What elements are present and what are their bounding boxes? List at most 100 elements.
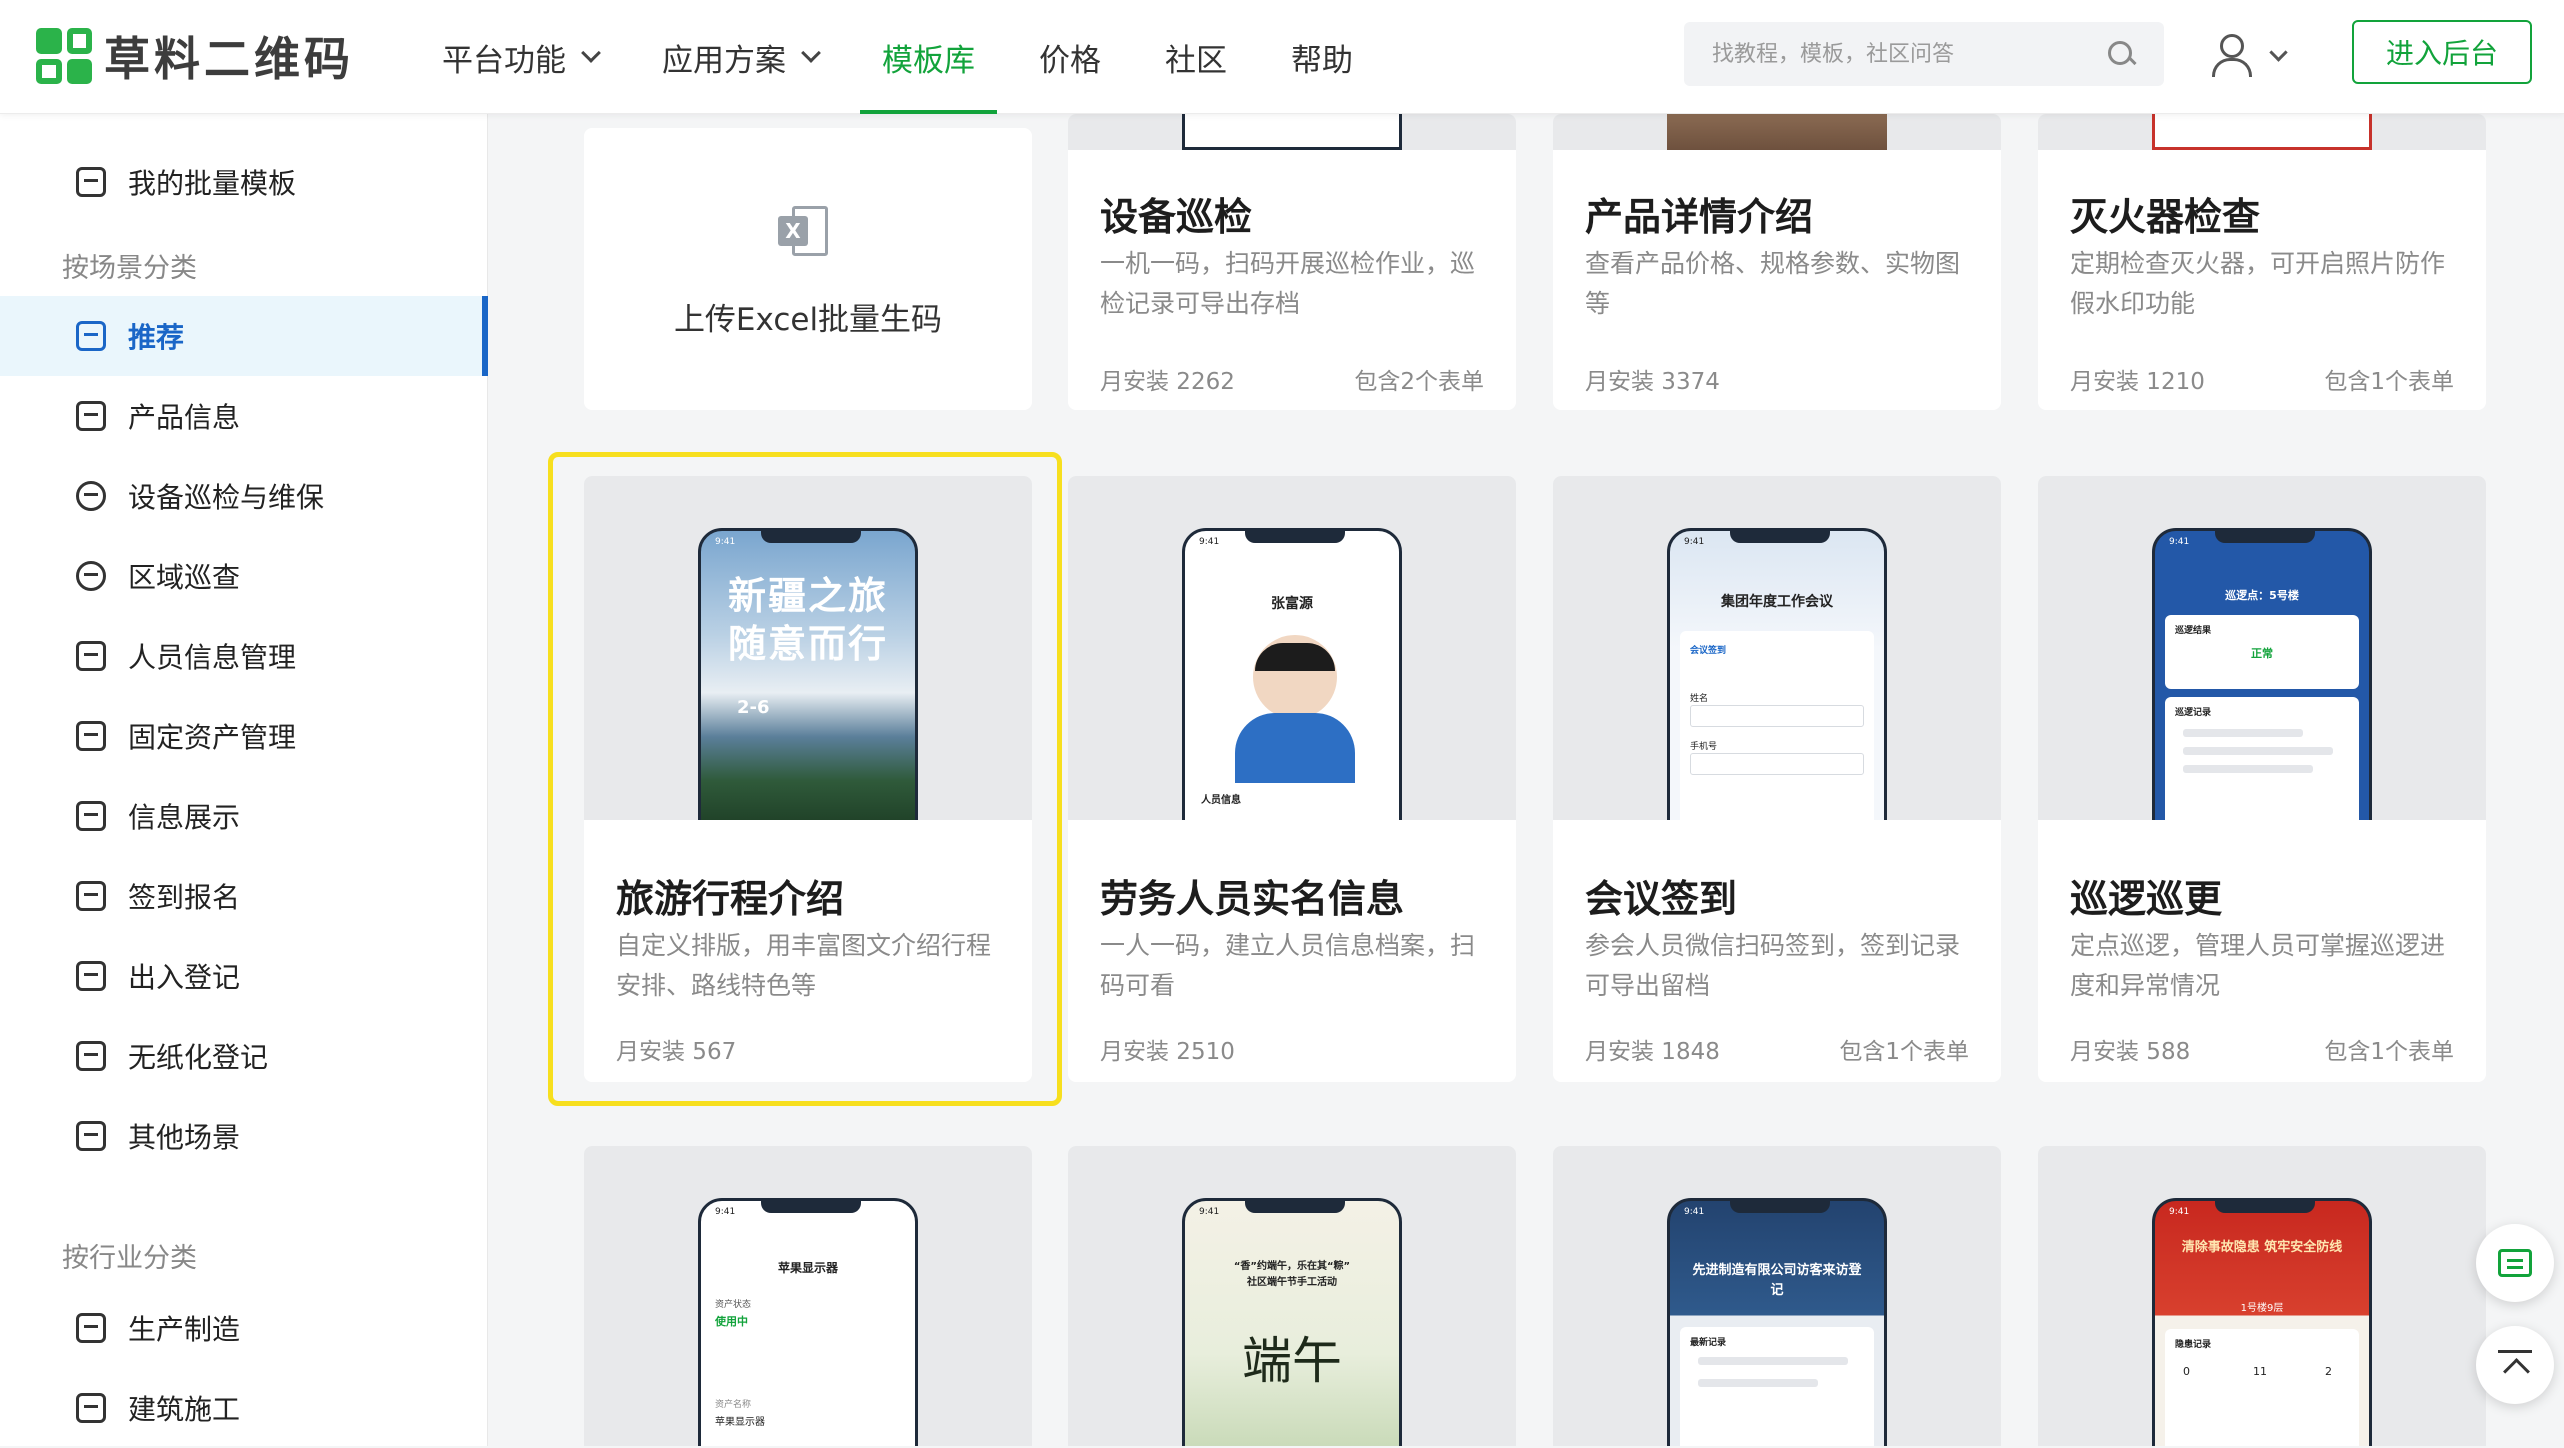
nav-community[interactable]: 社区 — [1143, 0, 1249, 114]
nav-label: 平台功能 — [442, 42, 566, 79]
logo[interactable]: 草料二维码 — [36, 26, 354, 86]
search-icon[interactable] — [2106, 39, 2136, 69]
template-card-travel[interactable]: 9:41 新疆之旅 随意而行 2-6 旅游行程介绍 自定义排版，用丰富图文介绍行… — [584, 476, 1032, 1082]
nav-platform[interactable]: 平台功能 — [420, 0, 620, 114]
preview-heading: 集团年度工作会议 — [1721, 594, 1833, 610]
logo-text: 草料二维码 — [104, 32, 354, 86]
card-desc: 一人一码，建立人员信息档案，扫码可看 — [1100, 931, 1476, 1000]
avatar-hair — [1255, 643, 1335, 671]
template-card-worker[interactable]: 9:41 张富源 人员信息 劳务人员实名信息 一人一码，建立人员信息档案，扫码可… — [1068, 476, 1516, 1082]
sidebar-item-fixed-assets[interactable]: 固定资产管理 — [0, 696, 488, 776]
card-forms: 包含1个表单 — [2324, 369, 2454, 395]
phone-time: 9:41 — [2169, 1207, 2190, 1217]
search-input[interactable] — [1712, 41, 2106, 67]
template-card[interactable]: 9:41 先进制造有限公司访客来访登记 最新记录 — [1553, 1146, 2001, 1446]
card-title: 旅游行程介绍 — [616, 877, 845, 921]
signup-icon — [76, 881, 106, 911]
top-header: 草料二维码 平台功能 应用方案 模板库 价格 社区 帮助 进入后台 — [0, 0, 2564, 114]
preview-value: 苹果显示器 — [715, 1417, 765, 1428]
sidebar-item-label: 设备巡检与维保 — [128, 481, 325, 514]
nav-templates[interactable]: 模板库 — [860, 0, 997, 114]
preview-count: 11 — [2253, 1365, 2267, 1378]
template-card-meeting[interactable]: 9:41 集团年度工作会议 会议签到 姓名 手机号 会议签到 参会人员微信扫码签… — [1553, 476, 2001, 1082]
phone-time: 9:41 — [715, 537, 736, 547]
sidebar-item-product-info[interactable]: 产品信息 — [0, 376, 488, 456]
bookmark-icon — [76, 321, 106, 351]
nav-solutions[interactable]: 应用方案 — [640, 0, 840, 114]
phone-time: 9:41 — [1684, 537, 1705, 547]
card-installs: 月安装 1210 — [2070, 369, 2205, 395]
sidebar-item-area-patrol[interactable]: 区域巡查 — [0, 536, 488, 616]
sidebar-item-label: 生产制造 — [128, 1313, 241, 1346]
chevron-down-icon — [801, 43, 821, 63]
preview-sub: 会议签到 — [1690, 646, 1727, 656]
card-title: 灭火器检查 — [2070, 195, 2261, 239]
card-desc: 定期检查灭火器，可开启照片防作假水印功能 — [2070, 249, 2446, 318]
upload-excel-card[interactable]: X 上传Excel批量生码 — [584, 128, 1032, 410]
nav-help[interactable]: 帮助 — [1269, 0, 1375, 114]
preview-label: 资产名称 — [715, 1400, 752, 1410]
asset-icon — [76, 721, 106, 751]
card-installs: 月安装 3374 — [1585, 369, 1720, 395]
grid-icon — [76, 1121, 106, 1151]
nav-label: 帮助 — [1291, 42, 1353, 79]
sidebar-group-industry: 按行业分类 — [62, 1243, 197, 1274]
sidebar-item-recommend[interactable]: 推荐 — [0, 296, 488, 376]
template-card[interactable]: 9:41 “香”约端午，乐在其“粽” 社区端午节手工活动 端午 — [1068, 1146, 1516, 1446]
template-card[interactable]: 产品详情介绍 查看产品价格、规格参数、实物图等 月安装 3374 — [1553, 114, 2001, 410]
phone-mockup: 9:41 清除事故隐患 筑牢安全防线 1号楼9层 隐患记录 0 11 2 — [2152, 1198, 2372, 1446]
card-title: 设备巡检 — [1100, 195, 1253, 239]
nav-pricing[interactable]: 价格 — [1017, 0, 1123, 114]
factory-icon — [76, 1313, 106, 1343]
card-installs: 月安装 567 — [616, 1039, 737, 1065]
phone-mockup: 9:41 苹果显示器 资产状态 使用中 资产名称 苹果显示器 — [698, 1198, 918, 1446]
template-card[interactable]: 灭火器检查 定期检查灭火器，可开启照片防作假水印功能 月安装 1210 包含1个… — [2038, 114, 2486, 410]
sidebar-item-construction[interactable]: 建筑施工 — [0, 1368, 488, 1448]
preview-label: 巡逻结果 — [2175, 626, 2212, 636]
sidebar-item-paperless[interactable]: 无纸化登记 — [0, 1016, 488, 1096]
card-preview — [1068, 114, 1516, 150]
sidebar-item-entry-exit[interactable]: 出入登记 — [0, 936, 488, 1016]
card-preview: 9:41 清除事故隐患 筑牢安全防线 1号楼9层 隐患记录 0 11 2 — [2038, 1146, 2486, 1446]
sidebar-item-info-display[interactable]: 信息展示 — [0, 776, 488, 856]
preview-count: 2 — [2325, 1365, 2332, 1378]
sidebar-item-label: 出入登记 — [128, 961, 241, 994]
user-menu[interactable] — [2210, 30, 2288, 82]
id-card-icon — [76, 641, 106, 671]
location-pin-icon — [76, 481, 106, 511]
door-icon — [76, 961, 106, 991]
card-title: 会议签到 — [1585, 877, 1738, 921]
main-nav: 平台功能 应用方案 模板库 价格 社区 帮助 — [420, 0, 1395, 114]
feedback-button[interactable] — [2476, 1224, 2554, 1302]
sidebar-item-equipment[interactable]: 设备巡检与维保 — [0, 456, 488, 536]
template-card[interactable]: 9:41 清除事故隐患 筑牢安全防线 1号楼9层 隐患记录 0 11 2 — [2038, 1146, 2486, 1446]
sidebar-item-personnel[interactable]: 人员信息管理 — [0, 616, 488, 696]
sidebar-item-other[interactable]: 其他场景 — [0, 1096, 488, 1176]
phone-time: 9:41 — [715, 1207, 736, 1217]
chevron-down-icon — [581, 43, 601, 63]
sidebar-item-label: 无纸化登记 — [128, 1041, 269, 1074]
preview-heading: 清除事故隐患 筑牢安全防线 — [2181, 1240, 2343, 1255]
template-card[interactable]: 设备巡检 一机一码，扫码开展巡检作业，巡检记录可导出存档 月安装 2262 包含… — [1068, 114, 1516, 410]
template-card[interactable]: 9:41 苹果显示器 资产状态 使用中 资产名称 苹果显示器 — [584, 1146, 1032, 1446]
preview-result: 正常 — [2251, 647, 2273, 660]
logo-icon — [36, 28, 92, 84]
enter-dashboard-button[interactable]: 进入后台 — [2352, 20, 2532, 84]
preview-heading: “香”约端午，乐在其“粽” — [1233, 1261, 1351, 1272]
preview-label: 隐患记录 — [2175, 1340, 2212, 1350]
sidebar-item-my-templates[interactable]: 我的批量模板 — [0, 142, 488, 222]
avatar-body — [1235, 713, 1355, 783]
preview-heading: 先进制造有限公司访客来访登记 — [1692, 1263, 1862, 1298]
template-card-patrol[interactable]: 9:41 巡逻点：5号楼 巡逻结果 正常 巡逻记录 巡逻巡更 定点巡逻，管理人员… — [2038, 476, 2486, 1082]
sidebar-item-signup[interactable]: 签到报名 — [0, 856, 488, 936]
phone-mockup: 9:41 集团年度工作会议 会议签到 姓名 手机号 — [1667, 528, 1887, 820]
phone-mockup: 9:41 先进制造有限公司访客来访登记 最新记录 — [1667, 1198, 1887, 1446]
card-preview: 9:41 集团年度工作会议 会议签到 姓名 手机号 — [1553, 476, 2001, 820]
excel-icon: X — [778, 206, 830, 258]
checklist-icon — [76, 1041, 106, 1071]
document-icon — [76, 801, 106, 831]
phone-mockup: 9:41 新疆之旅 随意而行 2-6 — [698, 528, 918, 820]
sidebar-item-manufacturing[interactable]: 生产制造 — [0, 1288, 488, 1368]
card-preview: 9:41 “香”约端午，乐在其“粽” 社区端午节手工活动 端午 — [1068, 1146, 1516, 1446]
back-to-top-button[interactable] — [2476, 1326, 2554, 1404]
